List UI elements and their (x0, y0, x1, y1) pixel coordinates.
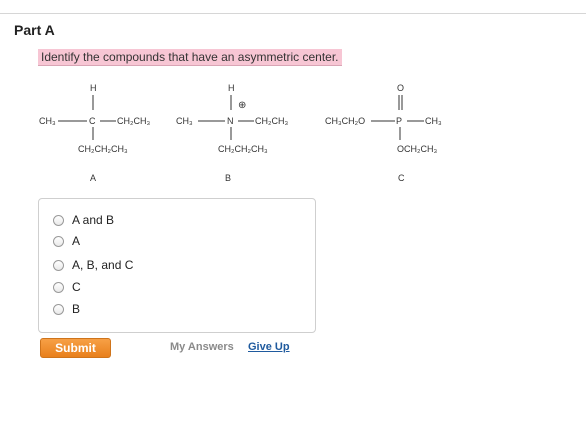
group-left: CH₃ (39, 116, 56, 126)
structure-a-bonds (58, 95, 116, 140)
my-answers-link[interactable]: My Answers (170, 341, 234, 353)
radio-button[interactable] (53, 303, 64, 315)
group-right: CH₂CH₃ (255, 116, 289, 126)
radio-button[interactable] (53, 281, 64, 293)
option-label: A (72, 234, 81, 248)
structure-b-bonds (198, 95, 254, 140)
radio-button[interactable] (53, 214, 64, 226)
answer-option[interactable]: A, B, and C (53, 258, 133, 272)
answer-option[interactable]: C (53, 280, 81, 294)
group-left: CH₃ (176, 116, 193, 126)
structure-c-label: C (398, 173, 405, 183)
answer-option[interactable]: A and B (53, 213, 114, 227)
top-divider (0, 13, 586, 14)
structure-c: O CH₃CH₂O P CH₃ OCH₂CH₃ (325, 80, 465, 170)
group-bottom: OCH₂CH₃ (397, 144, 438, 154)
option-label: B (72, 302, 81, 316)
option-label: A, B, and C (72, 258, 134, 272)
positive-charge-icon: ⊕ (238, 100, 247, 111)
atom-center: N (227, 116, 234, 126)
atom-h: H (228, 83, 235, 93)
group-right: CH₂CH₃ (117, 116, 151, 126)
give-up-link[interactable]: Give Up (248, 341, 290, 353)
group-bottom: CH₂CH₂CH₃ (218, 144, 268, 154)
group-bottom: CH₂CH₂CH₃ (78, 144, 128, 154)
part-title: Part A (14, 22, 55, 38)
structure-a: H CH₃ C CH₂CH₃ CH₂CH₂CH₃ (36, 80, 176, 170)
option-label: A and B (72, 213, 115, 227)
answer-choices: A and B A A, B, and C C B (38, 198, 316, 333)
question-text: Identify the compounds that have an asym… (38, 49, 342, 66)
structure-b-label: B (225, 173, 232, 183)
atom-h: H (90, 83, 97, 93)
structure-a-label: A (90, 173, 97, 183)
answer-option[interactable]: B (53, 302, 80, 316)
radio-button[interactable] (53, 259, 64, 271)
atom-o: O (397, 83, 405, 93)
option-label: C (72, 280, 81, 294)
radio-button[interactable] (53, 235, 64, 247)
answer-option[interactable]: A (53, 234, 80, 248)
structure-b: H ⊕ CH₃ N CH₂CH₃ CH₂CH₂CH₃ (176, 80, 316, 170)
submit-button[interactable]: Submit (40, 338, 111, 358)
group-right: CH₃ (425, 116, 442, 126)
atom-center: P (396, 116, 403, 126)
atom-center: C (89, 116, 96, 126)
group-left: CH₃CH₂O (325, 116, 366, 126)
